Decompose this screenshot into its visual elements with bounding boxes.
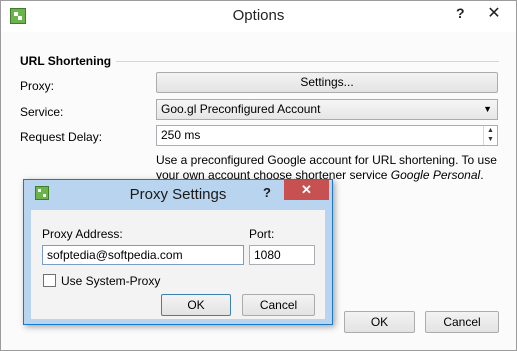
dialog-close-button[interactable]: ✕ [284, 180, 329, 200]
service-label: Service: [20, 105, 64, 119]
system-proxy-label: Use System-Proxy [61, 274, 161, 288]
proxy-label: Proxy: [20, 79, 55, 93]
group-title: URL Shortening [20, 54, 112, 68]
dialog-cancel-button[interactable]: Cancel [242, 294, 315, 316]
service-select[interactable]: Goo.gl Preconfigured Account ▼ [156, 99, 498, 120]
request-delay-value: 250 ms [161, 128, 201, 142]
ok-button[interactable]: OK [344, 311, 415, 333]
system-proxy-checkbox[interactable] [43, 274, 56, 287]
proxy-settings-button[interactable]: Settings... [156, 72, 498, 93]
titlebar[interactable]: Options ? ✕ [1, 1, 516, 32]
description-italic: Google Personal [390, 168, 481, 182]
dialog-body: Proxy Address: sofptedia@softpedia.com P… [31, 210, 325, 319]
chevron-down-icon: ▼ [483, 104, 492, 114]
dialog-ok-button[interactable]: OK [161, 294, 231, 316]
port-input[interactable]: 1080 [249, 245, 315, 265]
description-suffix: . [480, 168, 484, 182]
proxy-address-input[interactable]: sofptedia@softpedia.com [42, 245, 244, 265]
window-title: Options [232, 7, 285, 24]
dialog-help-button[interactable]: ? [263, 185, 271, 200]
port-label: Port: [249, 227, 275, 241]
request-delay-label: Request Delay: [20, 130, 103, 144]
cancel-button[interactable]: Cancel [425, 311, 499, 333]
spin-updown-icon[interactable]: ▲ ▼ [483, 126, 497, 145]
proxy-settings-dialog: Proxy Settings ? ✕ Proxy Address: sofpte… [23, 179, 333, 325]
dialog-titlebar[interactable]: Proxy Settings ? ✕ [24, 180, 332, 208]
group-divider [116, 61, 499, 62]
proxy-address-label: Proxy Address: [42, 227, 123, 241]
close-button[interactable]: ✕ [474, 3, 514, 25]
help-button[interactable]: ? [456, 5, 465, 21]
request-delay-spinbox[interactable]: 250 ms ▲ ▼ [156, 125, 498, 146]
service-value: Goo.gl Preconfigured Account [161, 102, 321, 116]
